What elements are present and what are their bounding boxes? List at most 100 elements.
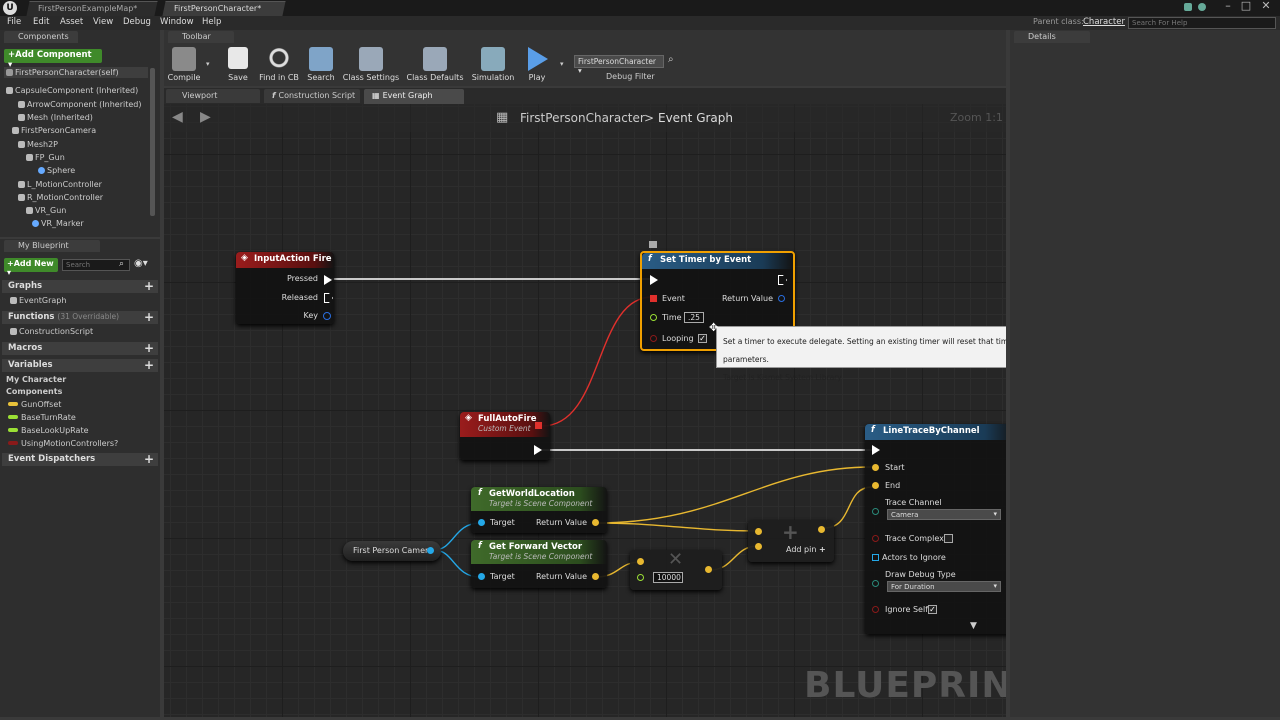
pin-trace-channel[interactable] bbox=[872, 508, 879, 515]
trace-channel-dropdown[interactable]: Camera ▾ bbox=[887, 509, 1001, 520]
pin-released[interactable] bbox=[324, 293, 333, 303]
pin-delegate-out[interactable] bbox=[535, 422, 542, 429]
time-input[interactable]: .25 bbox=[684, 312, 704, 323]
pin-exec-out[interactable] bbox=[778, 275, 787, 285]
save-button[interactable]: Save bbox=[222, 47, 254, 82]
expand-arrow-icon[interactable]: ▼ bbox=[970, 621, 977, 631]
category-my-character[interactable]: My Character bbox=[6, 375, 66, 384]
pin-a[interactable] bbox=[755, 528, 762, 535]
details-tab[interactable]: Details bbox=[1014, 31, 1090, 43]
debug-search-icon[interactable]: ⌕ bbox=[668, 54, 674, 65]
class-settings-button[interactable]: Class Settings bbox=[342, 47, 400, 82]
component-mesh[interactable]: Mesh (Inherited) bbox=[18, 113, 93, 122]
pin-looping[interactable] bbox=[650, 335, 657, 342]
event-graph-canvas[interactable]: ◀ ▶ ▦ FirstPersonCharacter > Event Graph… bbox=[164, 104, 1006, 717]
pin-target[interactable] bbox=[478, 573, 485, 580]
add-component-button[interactable]: +Add Component ▾ bbox=[4, 49, 102, 70]
close-icon[interactable]: ✕ bbox=[1258, 0, 1274, 14]
tab-viewport[interactable]: Viewport bbox=[166, 89, 260, 103]
play-button[interactable]: Play bbox=[522, 47, 552, 82]
macros-section[interactable]: Macros + bbox=[2, 341, 158, 355]
tab-event-graph[interactable]: ▦ Event Graph bbox=[364, 89, 464, 104]
components-scrollbar[interactable] bbox=[150, 68, 155, 216]
event-dispatchers-section[interactable]: Event Dispatchers + bbox=[2, 452, 158, 466]
class-defaults-button[interactable]: Class Defaults bbox=[404, 47, 466, 82]
menu-debug[interactable]: Debug bbox=[123, 17, 151, 27]
graph-item-event-graph[interactable]: EventGraph bbox=[10, 296, 66, 305]
tab-construction-script[interactable]: f Construction Script bbox=[264, 89, 360, 103]
component-vr-gun[interactable]: VR_Gun bbox=[26, 206, 66, 215]
pin-result[interactable] bbox=[818, 526, 825, 533]
view-options-icon[interactable]: ◉▾ bbox=[134, 258, 148, 269]
graphs-section[interactable]: Graphs + bbox=[2, 279, 158, 293]
menu-edit[interactable]: Edit bbox=[33, 17, 49, 27]
looping-checkbox[interactable]: ✓ bbox=[698, 334, 707, 343]
pin-return-value[interactable] bbox=[592, 519, 599, 526]
pin-result[interactable] bbox=[705, 566, 712, 573]
menu-file[interactable]: File bbox=[7, 17, 21, 27]
component-camera[interactable]: FirstPersonCamera bbox=[12, 126, 96, 135]
simulation-button[interactable]: Simulation bbox=[470, 47, 516, 82]
component-arrow[interactable]: ArrowComponent (Inherited) bbox=[18, 100, 141, 109]
maximize-icon[interactable]: □ bbox=[1238, 0, 1254, 14]
play-options-icon[interactable]: ▾ bbox=[560, 60, 564, 68]
pin-event[interactable] bbox=[650, 295, 657, 302]
menu-view[interactable]: View bbox=[93, 17, 113, 27]
help-search-input[interactable] bbox=[1128, 17, 1276, 29]
variable-gun-offset[interactable]: GunOffset bbox=[8, 400, 61, 409]
pin-draw-debug-type[interactable] bbox=[872, 580, 879, 587]
components-tab[interactable]: Components bbox=[4, 31, 78, 43]
pin-target[interactable] bbox=[478, 519, 485, 526]
pin-exec-in[interactable] bbox=[872, 445, 880, 455]
node-line-trace-by-channel[interactable]: f LineTraceByChannel Start End Trace Chan… bbox=[865, 424, 1006, 634]
pin-actors-to-ignore[interactable] bbox=[872, 554, 879, 561]
add-function-icon[interactable]: + bbox=[144, 310, 154, 324]
pin-pressed[interactable] bbox=[324, 275, 332, 285]
pin-b[interactable] bbox=[755, 543, 762, 550]
pin-end[interactable] bbox=[872, 482, 879, 489]
ignore-self-checkbox[interactable]: ✓ bbox=[928, 605, 937, 614]
unreal-logo-icon[interactable]: U bbox=[3, 1, 17, 15]
pin-camera-out[interactable] bbox=[427, 547, 434, 554]
notification-icon[interactable] bbox=[1184, 3, 1192, 11]
variable-using-motion-controllers[interactable]: UsingMotionControllers? bbox=[8, 439, 118, 448]
node-first-person-camera[interactable]: First Person Camera bbox=[343, 541, 441, 561]
add-pin-button[interactable]: Add pin + bbox=[786, 545, 826, 554]
node-add[interactable]: + Add pin + bbox=[748, 520, 834, 562]
doc-tab-map[interactable]: FirstPersonExampleMap* bbox=[26, 1, 158, 16]
pin-a[interactable] bbox=[637, 558, 644, 565]
functions-section[interactable]: Functions (31 Overridable) + bbox=[2, 310, 158, 324]
component-capsule[interactable]: CapsuleComponent (Inherited) bbox=[6, 86, 138, 95]
menu-help[interactable]: Help bbox=[202, 17, 221, 27]
pin-key[interactable] bbox=[323, 312, 331, 320]
compile-options-icon[interactable]: ▾ bbox=[206, 60, 210, 68]
debug-object-select[interactable]: FirstPersonCharacter ▾ bbox=[574, 55, 664, 75]
component-self[interactable]: FirstPersonCharacter(self) bbox=[4, 67, 148, 78]
menu-asset[interactable]: Asset bbox=[60, 17, 83, 27]
pin-b[interactable] bbox=[637, 574, 644, 581]
node-get-world-location[interactable]: f GetWorldLocation Target is Scene Compone… bbox=[471, 487, 607, 533]
component-fp-gun[interactable]: FP_Gun bbox=[26, 153, 65, 162]
component-mesh2p[interactable]: Mesh2P bbox=[18, 140, 58, 149]
compile-button[interactable]: Compile bbox=[166, 47, 202, 82]
node-full-auto-fire[interactable]: ◈ FullAutoFire Custom Event bbox=[460, 412, 550, 460]
add-graph-icon[interactable]: + bbox=[144, 279, 154, 293]
draw-debug-type-dropdown[interactable]: For Duration ▾ bbox=[887, 581, 1001, 592]
minimize-icon[interactable]: – bbox=[1220, 0, 1236, 14]
pin-start[interactable] bbox=[872, 464, 879, 471]
doc-tab-character[interactable]: FirstPersonCharacter* bbox=[162, 1, 286, 16]
add-variable-icon[interactable]: + bbox=[144, 358, 154, 372]
node-input-action-fire[interactable]: ◈ InputAction Fire Pressed Released Key bbox=[236, 252, 334, 324]
node-multiply[interactable]: ✕ 10000 bbox=[630, 549, 722, 590]
pin-trace-complex[interactable] bbox=[872, 535, 879, 542]
node-get-forward-vector[interactable]: f Get Forward Vector Target is Scene Compo… bbox=[471, 540, 607, 588]
multiply-value-input[interactable]: 10000 bbox=[653, 572, 683, 583]
pin-return-value[interactable] bbox=[778, 295, 785, 302]
component-vr-marker[interactable]: VR_Marker bbox=[32, 219, 84, 228]
pin-time[interactable] bbox=[650, 314, 657, 321]
parent-class-link[interactable]: Character bbox=[1083, 17, 1125, 27]
user-icon[interactable] bbox=[1198, 3, 1206, 11]
my-blueprint-tab[interactable]: My Blueprint bbox=[4, 240, 100, 252]
add-dispatcher-icon[interactable]: + bbox=[144, 452, 154, 466]
component-sphere[interactable]: Sphere bbox=[38, 166, 75, 175]
